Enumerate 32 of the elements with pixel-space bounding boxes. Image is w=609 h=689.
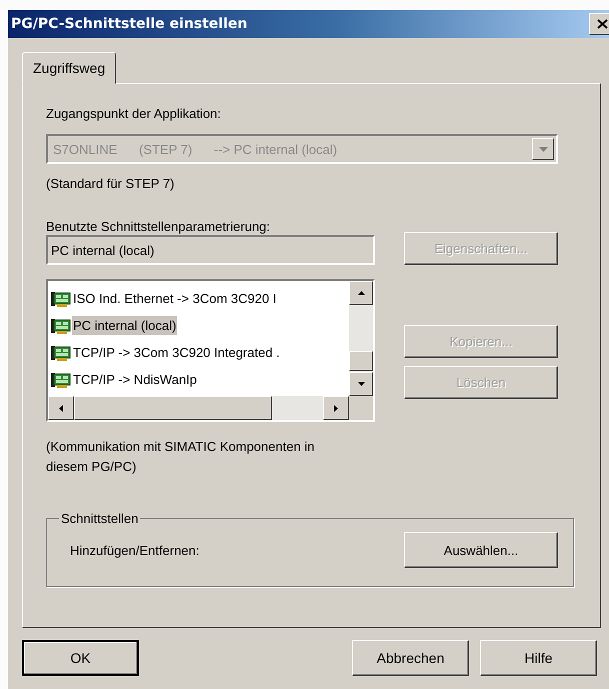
add-remove-label: Hinzufügen/Entfernen: [70,542,200,558]
close-button[interactable] [589,13,609,35]
close-icon [596,19,608,29]
scrollbar-thumb[interactable] [349,351,373,371]
group-title: Schnittstellen [60,511,140,526]
interface-list-item[interactable]: PC internal (local) [72,316,178,335]
field-label: Zugangspunkt der Applikation: [46,106,222,123]
interface-list-item[interactable]: ISO Ind. Ethernet -> 3Com 3C920 I [72,289,278,308]
hint-text: (Kommunikation mit SIMATIC Komponenten in diesem PG/PC) [46,438,316,476]
window-title: PG/PC-Schnittstelle einstellen [11,16,248,32]
network-card-icon [51,290,71,306]
network-card-icon [51,372,71,388]
vertical-scrollbar[interactable] [349,281,373,396]
scroll-left-icon[interactable] [59,404,63,412]
dialog-button[interactable]: OK [22,640,139,676]
field-label: Benutzte Schnittstellenparametrierung: [46,219,272,236]
scrollbar-thumb[interactable] [74,396,272,420]
select-button[interactable]: Auswählen... [404,532,558,568]
tab[interactable]: Zugriffsweg [22,52,116,84]
scroll-up-icon[interactable] [358,291,364,295]
dialog-button[interactable]: Hilfe [480,640,597,676]
dialog-button[interactable]: Abbrechen [352,640,469,676]
horizontal-scrollbar[interactable] [48,396,373,420]
scrollbar-corner [349,396,373,420]
interface-list-item[interactable]: TCP/IP -> 3Com 3C920 Integrated . [72,343,281,362]
network-card-icon [51,318,71,334]
hint-text: (Standard für STEP 7) [46,176,176,193]
scroll-down-icon[interactable] [358,382,364,386]
network-card-icon [51,344,71,360]
interface-list-item[interactable]: TCP/IP -> NdisWanIp [72,370,198,389]
scroll-right-icon[interactable] [334,404,338,412]
parameterization-field: PC internal (local) [46,235,375,265]
